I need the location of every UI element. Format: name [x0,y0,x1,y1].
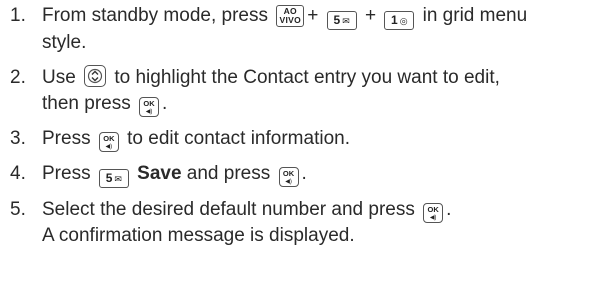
key-glyph: ◎ [399,16,408,26]
step-text-segment: . [446,199,452,220]
five-key-icon: 5 ✉ [98,169,129,188]
step-text-segment: . [301,163,307,184]
step-number: 2. [10,67,26,88]
ok-key-icon: OK ◀) [423,203,444,223]
ao-vivo-key-icon: AO VIVO [276,5,305,27]
plus-sign: + [307,5,319,26]
ok-key-sub: ◀) [429,215,437,221]
step-text-segment: style. [42,32,87,53]
step-text: From standby mode, press AO VIVO + 5 ✉ + … [42,3,615,56]
step-text-segment: Press [42,163,91,184]
step-text-segment: Press [42,128,91,149]
step-number: 3. [10,128,26,149]
step-text-segment: . [162,93,168,114]
navigation-key-icon [84,65,107,87]
step-5: 5. Select the desired default number and… [10,197,615,249]
step-text-segment: to highlight the Contact entry you want … [114,67,500,88]
ok-key-icon: OK ◀) [98,132,119,152]
confirmation-text: A confirmation message is displayed. [42,225,355,246]
save-option-label: Save [137,163,182,184]
navigation-key-glyph [87,68,103,84]
ok-key-label: OK [143,99,155,108]
step-number: 4. [10,163,26,184]
step-text: Select the desired default number and pr… [42,197,615,249]
one-key-icon: 1 ◎ [384,11,415,30]
step-text-segment: Use [42,67,76,88]
step-text: Press 5 ✉ Save and press OK ◀). [42,161,615,188]
step-text-segment: in grid menu [422,5,528,26]
ao-vivo-key-bottom: VIVO [279,15,302,25]
five-key-icon: 5 ✉ [326,11,357,30]
step-2: 2. Use to highlight the Contact entry yo… [10,65,615,117]
ok-key-sub: ◀) [145,109,153,115]
ok-key-sub: ◀) [285,179,292,185]
step-1: 1. From standby mode, press AO VIVO + 5 ✉… [10,3,615,56]
step-text: Press OK ◀) to edit contact information. [42,126,615,152]
steps-list: 1. From standby mode, press AO VIVO + 5 ✉… [10,3,615,249]
step-3: 3. Press OK ◀) to edit contact informatio… [10,126,615,152]
ok-key-label: OK [282,169,295,178]
step-text-segment: Select the desired default number and pr… [42,199,415,220]
key-digit: 1 [391,13,398,27]
key-glyph: ✉ [342,16,350,26]
step-4: 4. Press 5 ✉ Save and press OK ◀). [10,161,615,188]
step-text-segment: then press [42,93,131,114]
step-text-segment: From standby mode, press [42,5,268,26]
key-digit: 5 [105,171,113,185]
ok-key-label: OK [427,205,439,214]
step-text-segment: and press [186,163,271,184]
ok-key-icon: OK ◀) [278,167,299,187]
key-glyph: ✉ [114,174,122,184]
step-text: Use to highlight the Contact entry you w… [42,65,615,117]
plus-sign: + [364,5,377,26]
step-number: 5. [10,199,26,220]
instruction-document: 1. From standby mode, press AO VIVO + 5 ✉… [0,0,615,286]
step-number: 1. [10,5,26,26]
ok-key-sub: ◀) [105,144,113,150]
step-text-segment: to edit contact information. [127,128,350,149]
ok-key-icon: OK ◀) [139,97,160,117]
key-digit: 5 [333,13,341,27]
ok-key-label: OK [103,134,115,143]
